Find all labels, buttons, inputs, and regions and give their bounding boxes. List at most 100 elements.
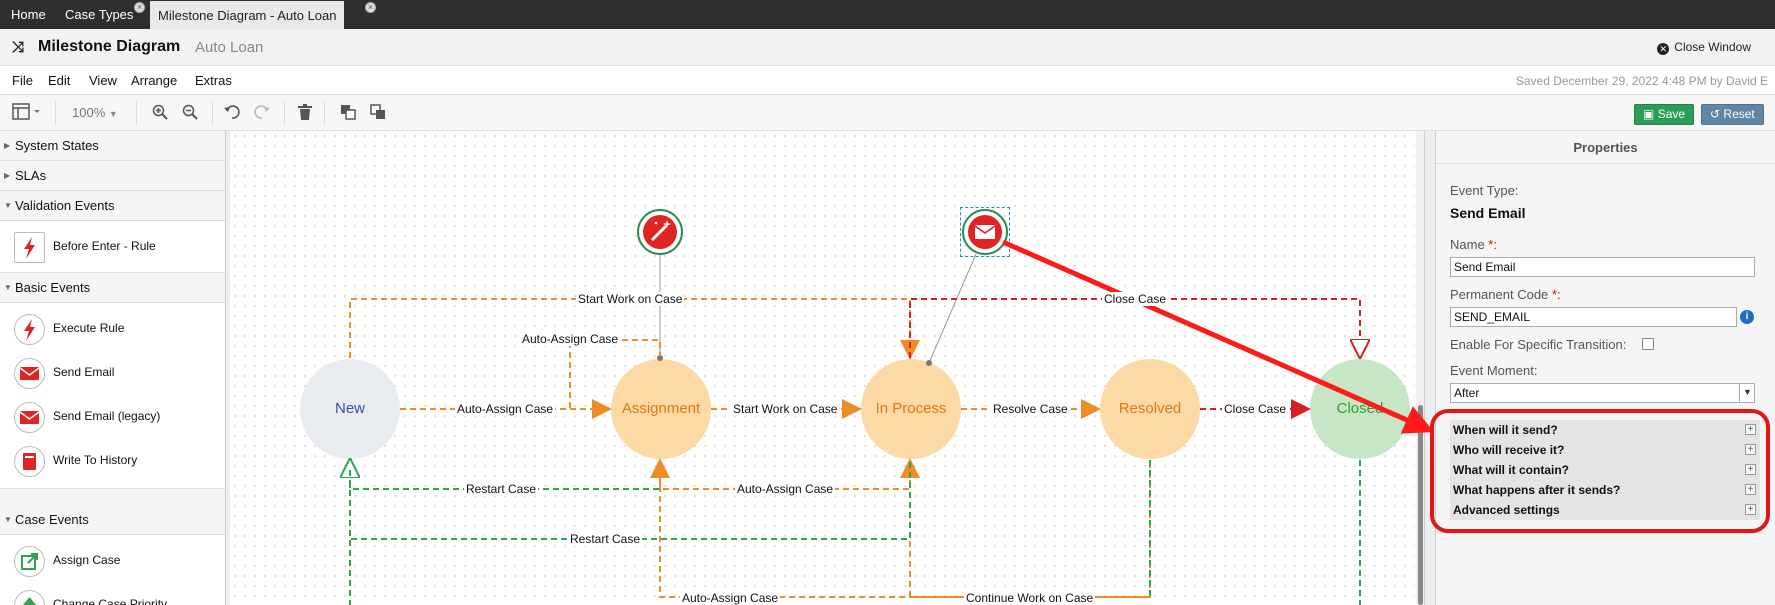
permanent-code-label: Permanent Code *: [1450, 287, 1561, 302]
tab-milestone-close-icon[interactable]: × [365, 2, 376, 13]
edge-label-restart-case-1[interactable]: Restart Case [464, 482, 539, 496]
tab-case-types[interactable]: Case Types [57, 0, 141, 29]
edge-label-resolve-case[interactable]: Resolve Case [991, 402, 1070, 416]
redo-icon[interactable] [254, 104, 270, 124]
toolbar-divider [324, 101, 325, 125]
specific-transition-label: Enable For Specific Transition: [1450, 337, 1627, 352]
window-header: ⤨ Milestone Diagram Auto Loan ✕ Close Win… [0, 29, 1775, 66]
close-window-button[interactable]: ✕ Close Window [1657, 40, 1751, 55]
page-title: Milestone Diagram [38, 38, 181, 55]
envelope-icon [14, 402, 45, 433]
toolbar-divider [136, 101, 137, 125]
expand-triangle-icon: ▶ [4, 141, 11, 150]
panel-layout-icon[interactable] [12, 103, 42, 125]
saved-status: Saved December 29, 2022 4:48 PM by David… [1515, 74, 1768, 88]
state-resolved[interactable]: Resolved [1100, 359, 1200, 459]
collapse-triangle-icon: ▼ [4, 515, 12, 524]
event-moment-label: Event Moment: [1450, 363, 1538, 378]
envelope-icon [968, 215, 1002, 249]
edge-label-auto-assign-bottom[interactable]: Auto-Assign Case [680, 591, 781, 605]
case-events-list: Assign Case Change Case Priority [0, 535, 225, 605]
menu-edit[interactable]: Edit [48, 73, 70, 88]
menu-view[interactable]: View [89, 73, 117, 88]
palette-item-change-priority[interactable]: Change Case Priority [0, 582, 225, 605]
palette-item-before-enter[interactable]: Before Enter - Rule [0, 224, 225, 268]
menu-arrange[interactable]: Arrange [131, 73, 177, 88]
tab-home[interactable]: Home [3, 0, 54, 29]
diagram-canvas[interactable] [230, 131, 1415, 605]
expand-triangle-icon: ▶ [4, 171, 11, 180]
palette-item-execute-rule[interactable]: Execute Rule [0, 306, 225, 350]
page-subtitle: Auto Loan [195, 39, 264, 56]
close-window-label: Close Window [1674, 40, 1751, 54]
tab-case-types-close-icon[interactable]: × [134, 2, 145, 13]
canvas-scrollbar-thumb[interactable] [1418, 405, 1423, 605]
milestone-diagram-app: Home Case Types × Milestone Diagram - Au… [0, 0, 1775, 605]
palette-item-assign-case[interactable]: Assign Case [0, 538, 225, 582]
reset-button[interactable]: ↺ Reset [1701, 104, 1764, 125]
toolbar-divider [212, 101, 213, 125]
permanent-code-input[interactable] [1450, 307, 1737, 327]
edge-label-auto-assign-mid[interactable]: Auto-Assign Case [735, 482, 836, 496]
edge-label-close-case[interactable]: Close Case [1222, 402, 1289, 416]
palette-item-write-to-history[interactable]: Write To History [0, 438, 225, 482]
toolbar: 100% ▼ ▣ Save ↺ Reset [0, 95, 1775, 131]
save-button[interactable]: ▣ Save [1634, 104, 1695, 125]
palette-group-case-events[interactable]: ▼ Case Events [0, 505, 225, 535]
arrow-up-icon [14, 590, 45, 605]
delete-icon[interactable] [297, 104, 313, 125]
send-email-event-node[interactable] [962, 209, 1008, 255]
palette-group-slas[interactable]: ▶ SLAs [0, 161, 225, 191]
state-new[interactable]: New [300, 359, 400, 459]
toolbar-divider [55, 101, 56, 125]
right-splitter[interactable] [1424, 131, 1436, 605]
edge-label-close-case-top[interactable]: Close Case [1102, 292, 1169, 306]
palette-group-basic-events[interactable]: ▼ Basic Events [0, 273, 225, 303]
properties-title: Properties [1436, 131, 1775, 164]
menu-bar: File Edit View Arrange Extras Saved Dece… [0, 66, 1775, 95]
chevron-down-icon[interactable]: ▼ [1739, 383, 1755, 403]
lightning-icon [14, 314, 45, 345]
lightning-icon [14, 232, 45, 263]
state-closed[interactable]: Closed [1310, 359, 1410, 459]
edge-label-continue-work[interactable]: Continue Work on Case [964, 591, 1096, 605]
annotation-highlight-box [1430, 409, 1770, 533]
envelope-icon [14, 358, 45, 389]
palette-item-send-email-legacy[interactable]: Send Email (legacy) [0, 394, 225, 438]
palette-item-send-email[interactable]: Send Email [0, 350, 225, 394]
collapse-triangle-icon: ▼ [4, 201, 12, 210]
edge-label-new-to-assignment[interactable]: Auto-Assign Case [455, 402, 556, 416]
save-icon: ▣ [1643, 107, 1655, 121]
zoom-in-icon[interactable] [152, 104, 168, 124]
specific-transition-checkbox[interactable] [1642, 338, 1654, 350]
event-type-value: Send Email [1450, 205, 1526, 221]
edge-label-auto-assign-up[interactable]: Auto-Assign Case [520, 332, 621, 346]
send-to-back-icon[interactable] [370, 104, 386, 124]
name-label: Name *: [1450, 237, 1497, 252]
edge-label-restart-case-2[interactable]: Restart Case [568, 532, 643, 546]
bring-to-front-icon[interactable] [340, 104, 356, 124]
menu-file[interactable]: File [12, 73, 33, 88]
tab-milestone-diagram[interactable]: Milestone Diagram - Auto Loan [150, 1, 345, 29]
edge-label-start-work-top[interactable]: Start Work on Case [576, 292, 685, 306]
event-moment-select[interactable]: After [1450, 383, 1755, 403]
collapse-triangle-icon: ▼ [4, 283, 12, 292]
undo-icon[interactable] [224, 104, 240, 124]
zoom-out-icon[interactable] [182, 104, 198, 124]
palette-group-validation-events[interactable]: ▼ Validation Events [0, 191, 225, 221]
info-icon[interactable]: i [1740, 310, 1754, 324]
palette-group-system-states[interactable]: ▶ System States [0, 131, 225, 161]
state-in-process[interactable]: In Process [861, 359, 961, 459]
properties-panel: Properties Event Type: Send Email Name *… [1436, 131, 1775, 605]
reset-icon: ↺ [1710, 107, 1721, 121]
toolbar-divider [284, 101, 285, 125]
external-link-icon [14, 546, 45, 577]
zoom-select[interactable]: 100% ▼ [72, 105, 118, 120]
magic-wand-event-node[interactable] [637, 209, 683, 255]
name-input[interactable] [1450, 257, 1755, 277]
validation-events-list: Before Enter - Rule [0, 221, 225, 273]
edge-label-assignment-to-in-process[interactable]: Start Work on Case [731, 402, 840, 416]
menu-extras[interactable]: Extras [195, 73, 232, 88]
state-assignment[interactable]: Assignment [611, 359, 711, 459]
shuffle-icon: ⤨ [12, 39, 25, 56]
